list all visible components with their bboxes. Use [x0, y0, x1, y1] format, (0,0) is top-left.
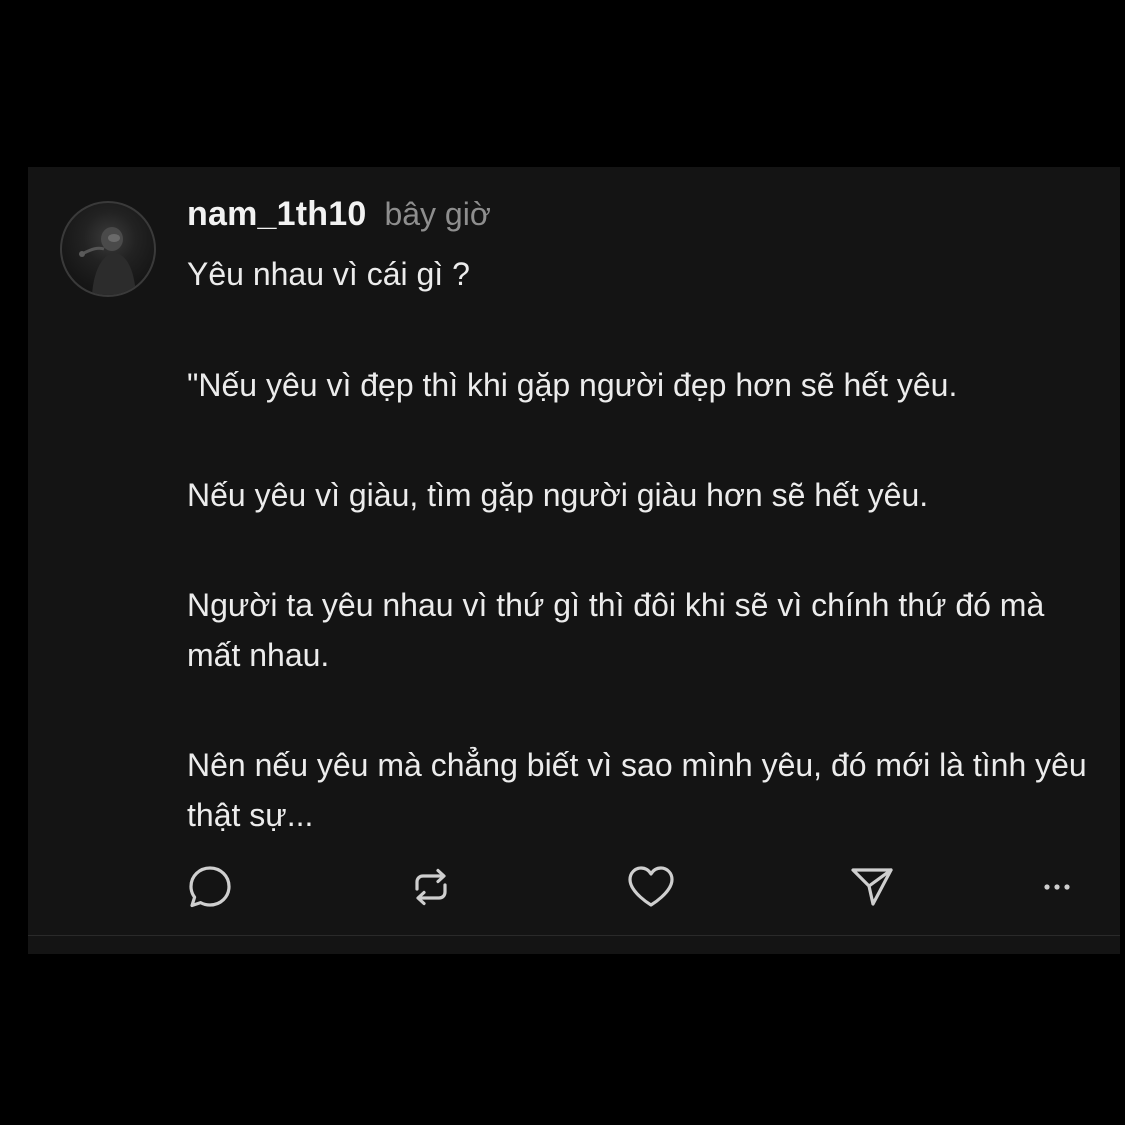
username[interactable]: nam_1th10	[187, 195, 366, 234]
repost-icon	[415, 868, 447, 906]
post-paragraph: Yêu nhau vì cái gì ?	[187, 256, 470, 292]
post-card: nam_1th10 bây giờ Yêu nhau vì cái gì ? "…	[28, 167, 1120, 954]
heart-icon	[628, 866, 674, 907]
post-header: nam_1th10 bây giờ	[187, 195, 491, 239]
post-body: Yêu nhau vì cái gì ? "Nếu yêu vì đẹp thì…	[187, 249, 1097, 840]
share-icon	[851, 868, 893, 906]
more-button[interactable]	[1032, 862, 1082, 912]
more-icon	[1044, 884, 1070, 890]
repost-button[interactable]	[406, 862, 456, 912]
action-bar	[28, 862, 1120, 912]
post-paragraph: Nếu yêu vì giàu, tìm gặp người giàu hơn …	[187, 477, 929, 513]
timestamp: bây giờ	[384, 196, 491, 232]
post-paragraph: Nên nếu yêu mà chẳng biết vì sao mình yê…	[187, 747, 1087, 833]
post-paragraph: Người ta yêu nhau vì thứ gì thì đôi khi …	[187, 587, 1045, 673]
comment-button[interactable]	[185, 862, 235, 912]
like-button[interactable]	[626, 862, 676, 912]
avatar[interactable]	[60, 201, 156, 297]
share-button[interactable]	[847, 862, 897, 912]
divider	[28, 935, 1120, 936]
comment-icon	[189, 866, 231, 908]
post-paragraph: "Nếu yêu vì đẹp thì khi gặp người đẹp hơ…	[187, 367, 958, 403]
